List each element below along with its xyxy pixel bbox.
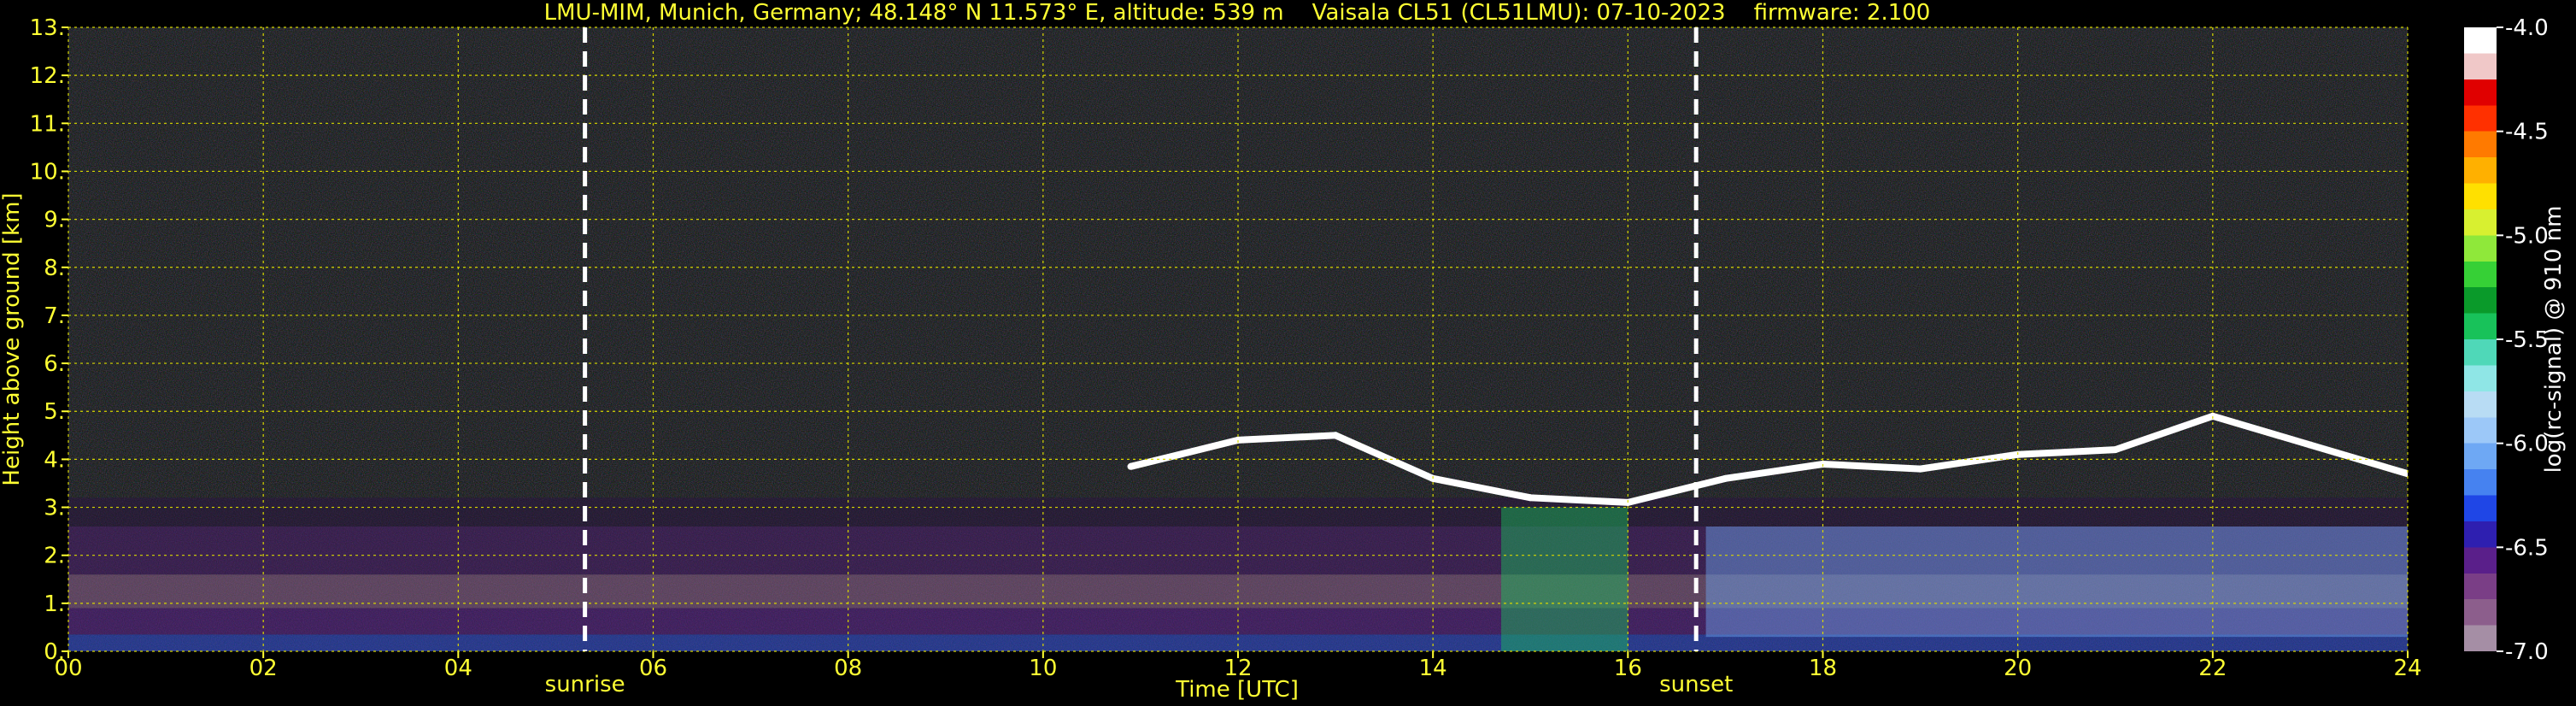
y-tick-label: 9. xyxy=(44,208,65,233)
cloud-layer-point xyxy=(1127,462,1135,470)
y-tick-label: 10. xyxy=(30,159,65,185)
x-tick-label: 22 xyxy=(2198,656,2227,681)
y-tick-label: 7. xyxy=(44,303,65,329)
cloud-layer-point xyxy=(1527,494,1534,502)
cloud-layer-point xyxy=(2111,446,2119,454)
y-tick-label: 1. xyxy=(44,591,65,617)
colorbar-gradient xyxy=(2464,27,2497,651)
chart-title: LMU-MIM, Munich, Germany; 48.148° N 11.5… xyxy=(544,0,1931,26)
y-tick-label: 6. xyxy=(44,351,65,377)
sunrise-label: sunrise xyxy=(545,672,625,697)
y-tick-label: 3. xyxy=(44,496,65,521)
precipitation-fall-streak xyxy=(1501,507,1628,651)
colorbar-label: log(rc-signal) @ 910 nm xyxy=(2541,206,2567,474)
cloud-layer-point xyxy=(1916,465,1924,473)
y-tick-label: 11. xyxy=(30,111,65,137)
y-tick-label: 13. xyxy=(30,15,65,41)
x-tick-label: 20 xyxy=(2004,656,2032,681)
y-tick-label: 8. xyxy=(44,256,65,281)
cloud-layer-point xyxy=(1332,432,1340,439)
x-axis-label: Time [UTC] xyxy=(1175,677,1299,703)
colorbar-tick-label: -4.0 xyxy=(2505,15,2549,41)
y-axis-label: Height above ground [km] xyxy=(0,192,25,485)
colorbar-tick-label: -7.0 xyxy=(2505,639,2549,665)
colorbar: -4.0-4.5-5.0-5.5-6.0-6.5-7.0 log(rc-sign… xyxy=(2464,15,2567,665)
x-tick-label: 06 xyxy=(639,656,667,681)
signal-band xyxy=(68,634,2408,651)
y-tick-label: 12. xyxy=(30,63,65,89)
x-tick-label: 04 xyxy=(444,656,472,681)
cloud-layer-point xyxy=(2306,441,2314,449)
x-tick-label: 18 xyxy=(1809,656,1837,681)
x-tick-label: 24 xyxy=(2393,656,2421,681)
colorbar-tick-label: -4.5 xyxy=(2505,120,2549,145)
evening-aerosol-layer xyxy=(1705,527,2408,638)
y-axis: 0. 1. 2. 3. 4. 5. 6. 7. 8. 9. 10. 11. 12. 13. xyxy=(30,15,68,665)
ceilometer-chart: LMU-MIM, Munich, Germany; 48.148° N 11.5… xyxy=(0,0,2567,703)
sunset-label: sunset xyxy=(1659,672,1733,697)
y-tick-label: 4. xyxy=(44,447,65,473)
cloud-layer-point xyxy=(1722,474,1729,482)
x-tick-label: 14 xyxy=(1419,656,1447,681)
plot-area xyxy=(68,27,2408,651)
colorbar-tick-label: -6.5 xyxy=(2505,535,2549,561)
x-tick-label: 02 xyxy=(249,656,278,681)
x-tick-label: 08 xyxy=(834,656,862,681)
x-tick-label: 16 xyxy=(1614,656,1642,681)
y-tick-label: 2. xyxy=(44,544,65,569)
y-tick-label: 0. xyxy=(44,639,65,665)
y-tick-label: 5. xyxy=(44,399,65,425)
x-tick-label: 10 xyxy=(1029,656,1057,681)
